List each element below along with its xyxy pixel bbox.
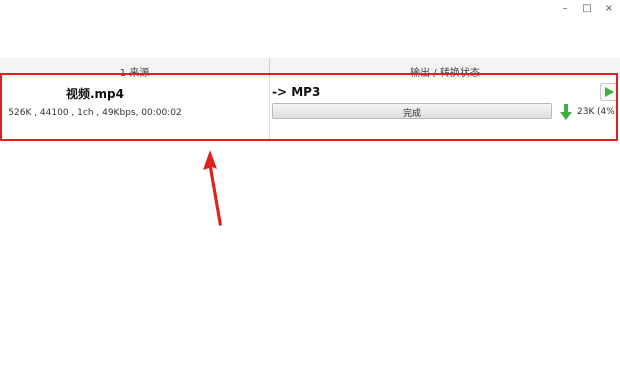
- annotation-arrow-icon: [203, 150, 222, 226]
- progress-bar: 完成: [272, 103, 552, 119]
- progress-status: 完成: [402, 109, 421, 119]
- task-row[interactable]: 视频.mp4 526K , 44100 , 1ch , 49Kbps, 00:0…: [0, 78, 620, 142]
- play-button[interactable]: [600, 83, 618, 101]
- source-file-name: 视频.mp4: [65, 87, 124, 101]
- close-button[interactable]: ×: [598, 0, 620, 16]
- row-divider: [269, 78, 270, 142]
- output-column-header[interactable]: 输出 / 转换状态: [270, 64, 620, 79]
- output-format: -> MP3: [272, 85, 321, 99]
- maximize-button[interactable]: □: [576, 0, 598, 16]
- source-column-header[interactable]: 1 来源: [0, 64, 269, 79]
- source-file-info: 526K , 44100 , 1ch , 49Kbps, 00:00:02: [8, 108, 182, 118]
- window-controls: – □ ×: [554, 0, 620, 16]
- download-arrow-icon: [560, 104, 572, 120]
- play-icon: [604, 87, 614, 97]
- output-size-ratio: (4%): [597, 107, 619, 117]
- output-file-size: 23K: [577, 107, 595, 117]
- column-header: 1 来源 输出 / 转换状态: [0, 58, 620, 79]
- minimize-button[interactable]: –: [554, 0, 576, 16]
